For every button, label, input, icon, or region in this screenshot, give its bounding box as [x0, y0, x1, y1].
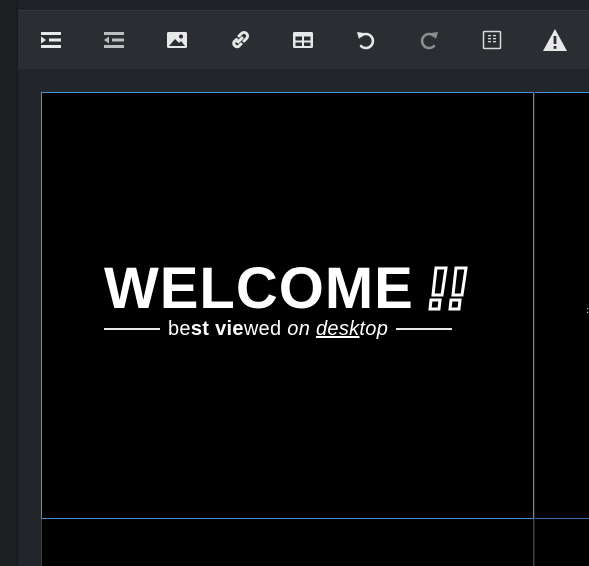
insert-table-button[interactable]: [289, 26, 317, 54]
adjacent-image-block[interactable]: [535, 92, 589, 519]
left-gutter: [0, 0, 18, 566]
insert-link-button[interactable]: [226, 26, 254, 54]
double-exclamation-graphic: [428, 266, 468, 311]
tagline-part: be: [168, 318, 191, 340]
tagline-part-bold: vie: [215, 318, 244, 340]
source-icon: [482, 30, 502, 50]
redo-button[interactable]: [415, 26, 443, 54]
warning-icon: [543, 29, 567, 51]
accessibility-warning-button[interactable]: [541, 26, 569, 54]
tagline-left-rule: [104, 328, 160, 330]
indent-icon: [41, 32, 61, 48]
undo-button[interactable]: [352, 26, 380, 54]
tagline-part: wed: [243, 318, 288, 340]
tagline-part-underlined: desk: [315, 318, 360, 340]
undo-icon: [357, 32, 375, 50]
image-icon: [167, 32, 187, 48]
source-code-button[interactable]: [478, 26, 506, 54]
tagline-right-rule: [396, 328, 453, 330]
tagline-text: best viewed on desktop: [168, 316, 388, 342]
redo-icon: [420, 32, 438, 50]
tagline: best viewed on desktop: [104, 316, 470, 342]
next-adjacent-image-block[interactable]: [535, 519, 589, 566]
editor-toolbar: [18, 10, 589, 70]
link-icon: [232, 30, 250, 49]
welcome-heading: WELCOME: [104, 256, 414, 321]
outdent-button[interactable]: [100, 26, 128, 54]
tagline-part-bold: st: [190, 318, 216, 340]
next-image-block[interactable]: [41, 519, 534, 566]
table-icon: [293, 32, 313, 48]
tagline-part-italic: on: [287, 318, 316, 340]
insert-image-button[interactable]: [163, 26, 191, 54]
indent-button[interactable]: [37, 26, 65, 54]
outdent-icon: [104, 32, 124, 48]
tagline-part-italic: top: [359, 318, 389, 340]
